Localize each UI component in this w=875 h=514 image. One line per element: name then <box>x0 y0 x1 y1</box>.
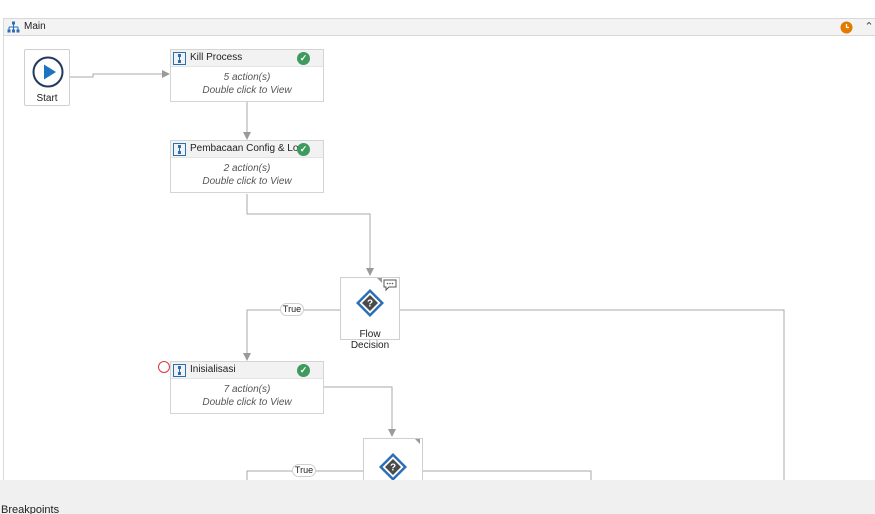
activity-header: Kill Process ✓ <box>171 50 323 67</box>
sequence-icon <box>173 143 186 156</box>
activity-kill-process[interactable]: Kill Process ✓ 5 action(s) Double click … <box>170 49 324 102</box>
valid-check-icon: ✓ <box>297 143 310 156</box>
sequence-icon <box>173 52 186 65</box>
annotation-comment-icon[interactable] <box>383 279 397 291</box>
svg-text:?: ? <box>367 299 373 310</box>
breakpoints-tab[interactable]: Breakpoints <box>1 504 59 514</box>
connector-decision-false <box>399 309 785 480</box>
true-branch-label: True <box>292 464 316 477</box>
true-branch-label: True <box>280 303 304 316</box>
activity-title: Kill Process <box>190 52 243 63</box>
start-label: Start <box>36 93 58 104</box>
action-count: 2 action(s) <box>223 163 271 174</box>
activity-title: Inisialisasi <box>190 364 236 375</box>
valid-check-icon: ✓ <box>297 52 310 65</box>
activity-inisialisasi[interactable]: Inisialisasi ✓ 7 action(s) Double click … <box>170 361 324 414</box>
decision-label: Flow Decision <box>350 329 390 351</box>
breakpoint-icon[interactable] <box>158 361 170 373</box>
connector-start-kill <box>70 70 170 78</box>
double-click-hint: Double click to View <box>202 85 292 96</box>
connector-decision2-false <box>423 470 592 480</box>
corner-indicator-icon <box>415 439 420 444</box>
connector-lines <box>70 70 785 480</box>
activity-title: Pembacaan Config & Logi <box>190 143 300 154</box>
activity-header: Pembacaan Config & Logi ✓ <box>171 141 323 158</box>
workflow-designer: Main ⌃ Start Kill Process ✓ 5 action(s) … <box>0 0 875 514</box>
activity-header: Inisialisasi ✓ <box>171 362 323 379</box>
decision-diamond-icon: ? <box>379 453 407 481</box>
valid-check-icon: ✓ <box>297 364 310 377</box>
decision-diamond-icon: ? <box>356 289 384 317</box>
action-count: 5 action(s) <box>223 72 271 83</box>
activity-pembacaan-config[interactable]: Pembacaan Config & Logi ✓ 2 action(s) Do… <box>170 140 324 193</box>
connector-config-decision <box>246 194 374 276</box>
sequence-icon <box>173 364 186 377</box>
start-node[interactable]: Start <box>24 49 70 106</box>
double-click-hint: Double click to View <box>202 176 292 187</box>
action-count: 7 action(s) <box>223 384 271 395</box>
svg-text:?: ? <box>390 463 396 474</box>
double-click-hint: Double click to View <box>202 397 292 408</box>
corner-indicator-icon <box>377 278 382 283</box>
play-icon <box>32 56 64 88</box>
bottom-panel: Breakpoints <box>0 480 875 514</box>
connector-decision-true <box>243 309 341 361</box>
connector-init-decision2 <box>324 386 396 437</box>
